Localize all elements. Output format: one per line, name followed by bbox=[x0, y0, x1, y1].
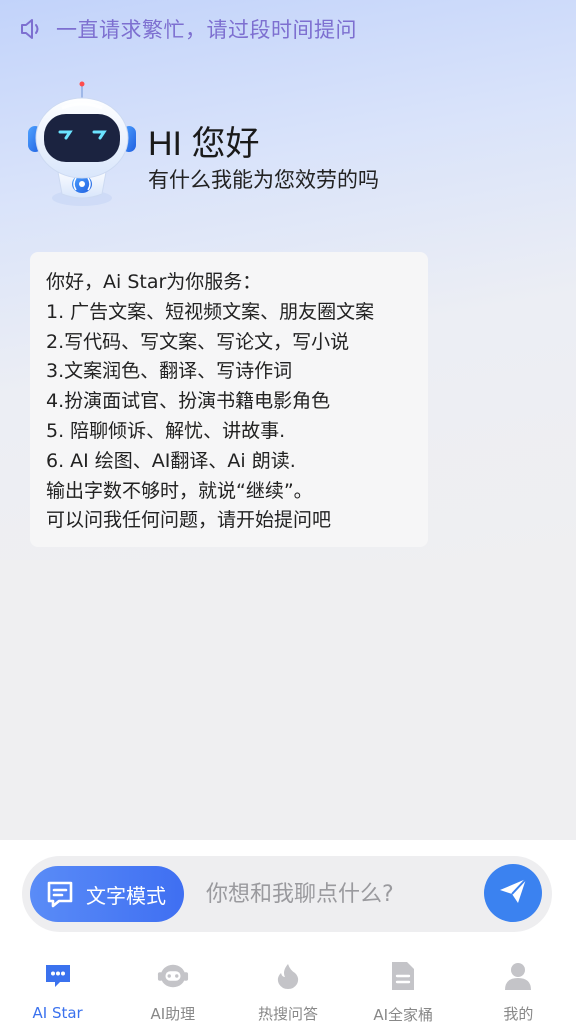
text-mode-button[interactable]: 文字模式 bbox=[30, 866, 184, 922]
person-icon bbox=[502, 960, 534, 991]
message-line: 5. 陪聊倾诉、解忧、讲故事. bbox=[46, 419, 286, 442]
robot-icon bbox=[157, 960, 189, 991]
send-button[interactable] bbox=[484, 864, 542, 922]
flame-icon bbox=[272, 960, 304, 991]
message-line: 输出字数不够时，就说“继续”。 bbox=[46, 479, 313, 502]
chat-bubble-icon bbox=[42, 960, 74, 992]
welcome-message-bubble: 你好，Ai Star为你服务： 1. 广告文案、短视频文案、朋友圈文案 2.写代… bbox=[30, 252, 428, 547]
tab-label: AI Star bbox=[32, 1004, 83, 1022]
tab-ai-assistant[interactable]: AI助理 bbox=[115, 950, 230, 1024]
notice-bar: 一直请求繁忙，请过段时间提问 bbox=[18, 12, 357, 46]
tab-ai-star[interactable]: AI Star bbox=[0, 950, 115, 1024]
message-line: 2.写代码、写文案、写论文，写小说 bbox=[46, 330, 350, 353]
greeting-title: HI 您好 bbox=[148, 125, 260, 163]
document-icon bbox=[387, 960, 419, 992]
message-line: 4.扮演面试官、扮演书籍电影角色 bbox=[46, 390, 331, 413]
message-line: 你好，Ai Star为你服务： bbox=[46, 271, 262, 293]
tab-ai-suite[interactable]: AI全家桶 bbox=[346, 950, 461, 1024]
greeting-subtitle: 有什么我能为您效劳的吗 bbox=[148, 168, 379, 192]
tab-label: 热搜问答 bbox=[258, 1005, 319, 1023]
robot-mascot-icon bbox=[24, 80, 140, 212]
bottom-tab-bar: AI Star AI助理 热搜问答 AI全家桶 我的 bbox=[0, 950, 576, 1024]
text-mode-icon bbox=[44, 878, 76, 910]
send-icon bbox=[496, 874, 530, 912]
tab-label: AI助理 bbox=[150, 1005, 196, 1023]
message-line: 6. AI 绘图、AI翻译、Ai 朗读. bbox=[46, 449, 296, 472]
tab-hot-qa[interactable]: 热搜问答 bbox=[230, 950, 345, 1024]
notice-text: 一直请求繁忙，请过段时间提问 bbox=[56, 18, 357, 42]
message-line: 1. 广告文案、短视频文案、朋友圈文案 bbox=[46, 300, 375, 323]
message-line: 可以问我任何问题，请开始提问吧 bbox=[46, 509, 332, 532]
speaker-icon bbox=[18, 16, 44, 42]
message-line: 3.文案润色、翻译、写诗作词 bbox=[46, 360, 293, 383]
tab-label: 我的 bbox=[503, 1005, 534, 1023]
text-mode-label: 文字模式 bbox=[86, 883, 166, 908]
chat-input[interactable] bbox=[206, 870, 476, 918]
tab-mine[interactable]: 我的 bbox=[461, 950, 576, 1024]
tab-label: AI全家桶 bbox=[373, 1006, 434, 1024]
